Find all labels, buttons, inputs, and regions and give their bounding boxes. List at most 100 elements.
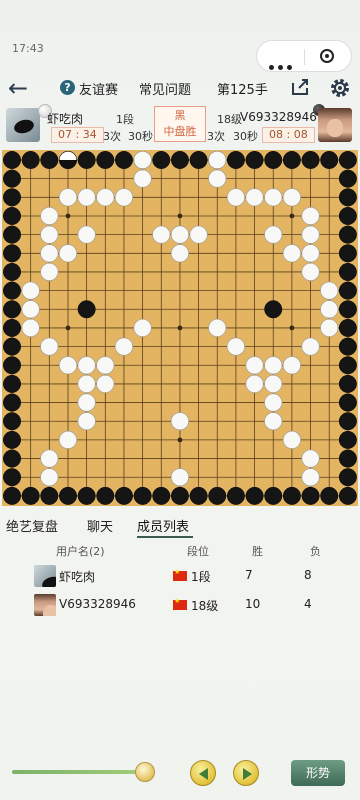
white-stone [245,356,264,375]
black-stone [3,169,21,188]
member-losses: 4 [304,597,312,611]
white-stone [133,318,152,337]
move-slider-knob[interactable] [135,762,156,782]
black-stone [264,300,283,319]
game-type-title: 友谊赛 [79,83,119,98]
player-right-period-time: 30秒 [233,130,258,143]
white-stone [264,225,283,244]
black-stone [338,393,357,412]
tab-members[interactable]: 成员列表 [137,516,189,535]
tab-review[interactable]: 绝艺复盘 [6,516,58,535]
arrow-left-icon [199,768,208,780]
black-stone [77,151,96,169]
faq-link[interactable]: 常见问题 [139,79,191,98]
black-stone [338,169,357,188]
white-stone [320,300,339,319]
black-stone [3,449,21,468]
black-stone [3,244,21,263]
black-stone [3,486,21,505]
white-stone [77,188,96,207]
black-stone [3,468,21,487]
black-stone [338,356,357,375]
white-stone [96,356,115,375]
white-stone [40,206,59,225]
black-stone [133,486,152,505]
black-stone [338,244,357,263]
black-stone [226,486,245,505]
white-stone [320,281,339,300]
mini-program-capsule[interactable] [256,40,352,72]
header-rank: 段位 [187,545,209,558]
more-icon[interactable] [269,55,297,70]
star-point [177,437,183,443]
white-stone [133,151,152,169]
black-stone [170,486,189,505]
black-stone [3,188,21,207]
member-rank: 18级 [191,599,219,613]
white-stone [170,244,189,263]
white-stone [21,318,40,337]
white-stone [77,412,96,431]
next-move-button[interactable] [233,760,259,786]
help-icon[interactable]: ? [60,80,75,95]
white-stone [264,412,283,431]
black-stone [3,430,21,449]
black-stone [338,486,357,505]
black-stone [59,486,77,505]
black-stone [3,151,21,169]
go-board-svg[interactable] [0,148,360,508]
white-stone [77,356,96,375]
avatar-right[interactable] [318,108,352,142]
go-board[interactable] [0,148,360,508]
table-row[interactable]: 虾吃肉 1段 7 8 [0,562,360,590]
black-stone [264,486,283,505]
black-stone [338,281,357,300]
black-stone [338,430,357,449]
white-stone [226,337,245,356]
black-stone [3,263,21,281]
close-capsule-icon[interactable] [320,49,334,63]
white-stone [245,188,264,207]
result-winner: 黑 [174,109,186,122]
black-stone [77,300,96,319]
black-stone [338,225,357,244]
black-stone [189,151,208,169]
table-row[interactable]: V693328946 18级 10 4 [0,591,360,619]
white-stone [40,449,59,468]
move-counter: 第125手 [217,83,268,98]
avatar-left[interactable] [6,108,40,142]
white-stone [170,468,189,487]
share-icon[interactable] [290,77,310,97]
bottom-controls: 形势 [0,752,360,792]
black-stone [115,151,133,169]
player-right-clock: 08 : 08 [262,127,315,143]
black-stone [320,151,339,169]
black-stone [245,486,264,505]
black-stone [152,486,171,505]
back-arrow-icon[interactable]: ← [8,76,36,100]
prev-move-button[interactable] [190,760,216,786]
star-point [177,213,183,219]
player-left-clock: 07 : 34 [51,127,104,143]
black-stone [3,374,21,393]
black-stone [21,486,40,505]
player-right-name: V693328946 [240,110,317,124]
white-stone [96,374,115,393]
china-flag-icon [173,597,187,610]
white-stone [264,393,283,412]
white-stone [58,188,77,207]
avatar [34,594,56,616]
star-point [65,213,71,219]
active-tab-indicator [137,536,193,538]
black-stone [152,151,171,169]
status-time: 17:43 [12,42,44,55]
gear-icon[interactable] [328,76,352,100]
white-stone [114,188,133,207]
table-header: 用户名(2) 段位 胜 负 [0,540,360,562]
black-stone [245,151,264,169]
white-stone [282,430,301,449]
tab-chat[interactable]: 聊天 [87,516,113,535]
move-slider-track[interactable] [12,770,154,774]
black-stone [338,468,357,487]
shape-evaluation-button[interactable]: 形势 [291,760,345,786]
